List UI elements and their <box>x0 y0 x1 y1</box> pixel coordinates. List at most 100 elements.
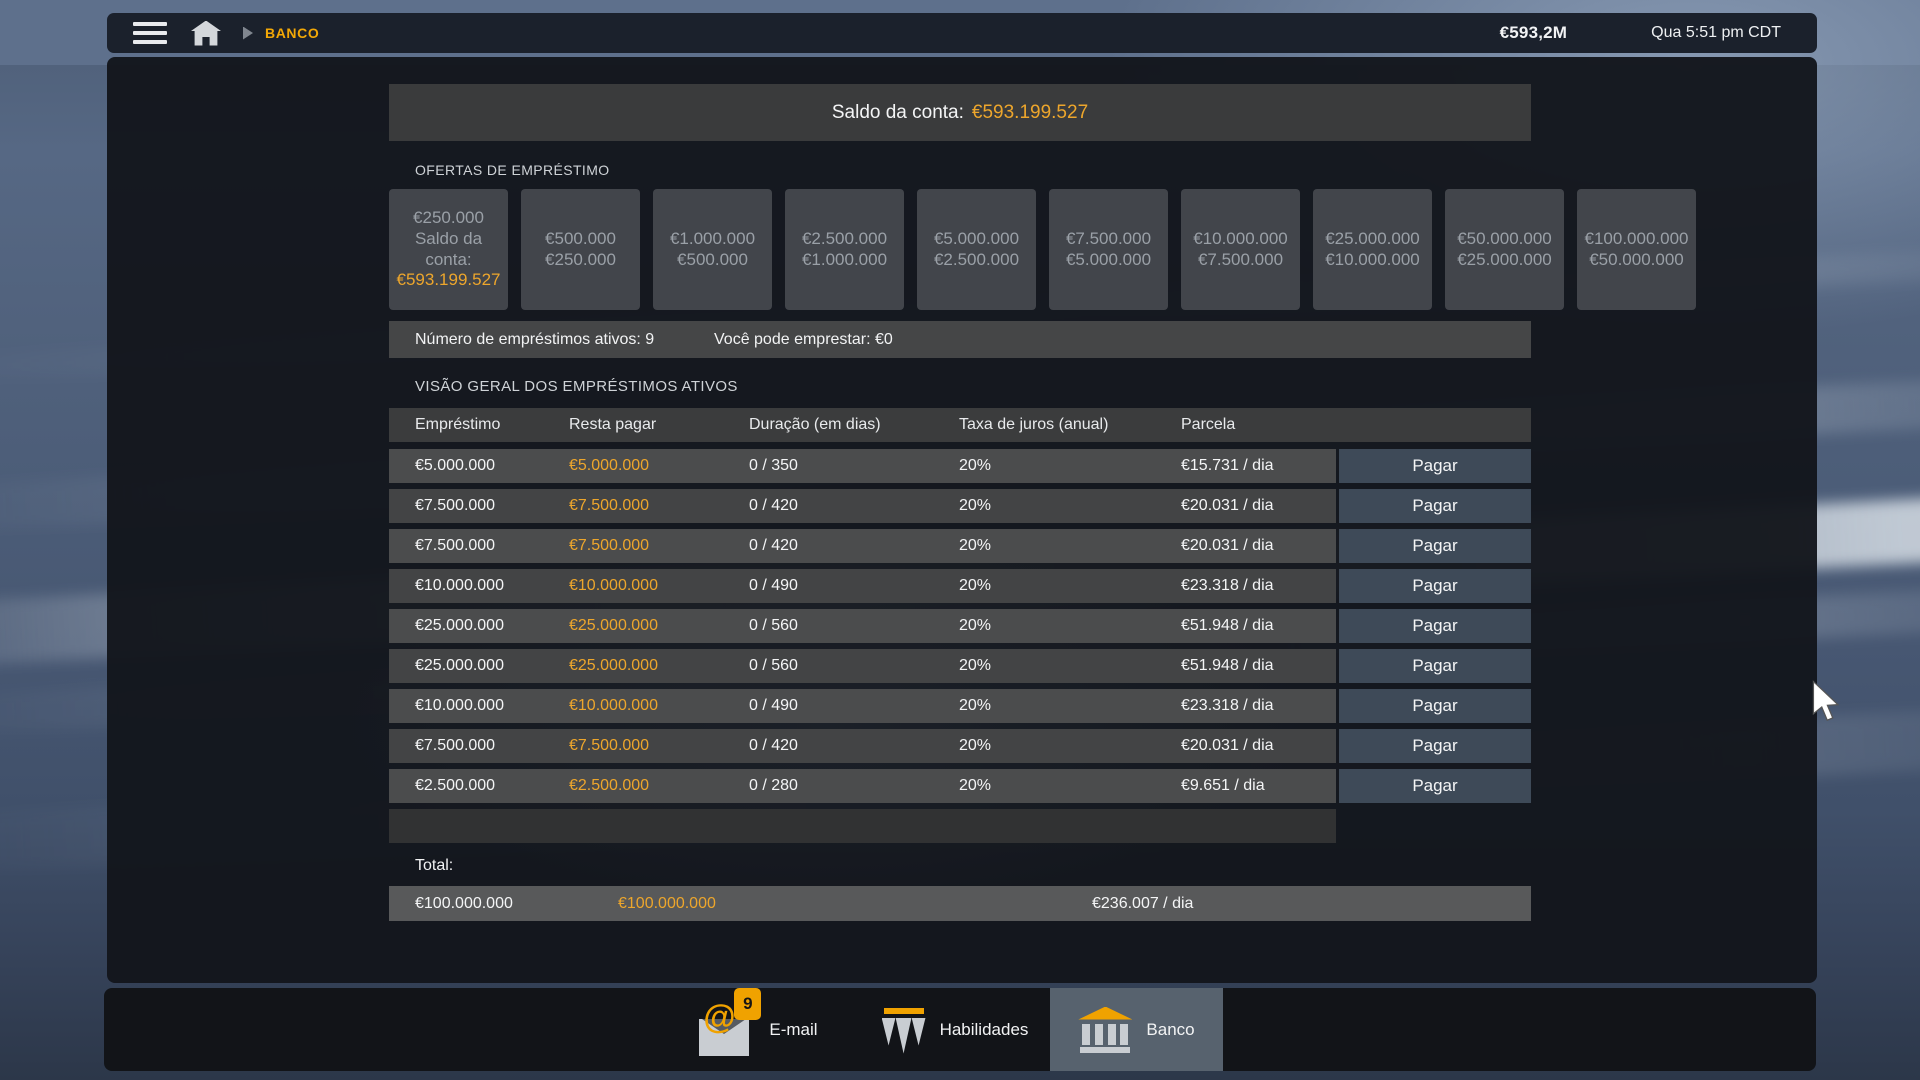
pay-button[interactable]: Pagar <box>1339 689 1531 723</box>
loan-remaining: €10.000.000 <box>569 577 658 594</box>
breadcrumb[interactable]: BANCO <box>265 25 319 41</box>
pay-button[interactable]: Pagar <box>1339 489 1531 523</box>
active-loans-title: VISÃO GERAL DOS EMPRÉSTIMOS ATIVOS <box>415 378 738 395</box>
loan-installment: €20.031 / dia <box>1181 537 1274 554</box>
loan-row: €5.000.000 €5.000.000 0 / 350 20% €15.731 / … <box>389 449 1531 483</box>
loan-offer-tile-line: €25.000.000 <box>1325 228 1420 248</box>
skills-label: Habilidades <box>939 1019 1029 1039</box>
loan-offer-tile[interactable]: €10.000.000 €7.500.000 <box>1181 189 1300 310</box>
header-remaining: Resta pagar <box>569 416 657 433</box>
loan-offer-tile-line: €1.000.000 <box>669 228 756 248</box>
loan-offer-tile-line: €7.500.000 <box>1197 249 1284 269</box>
pay-button[interactable]: Pagar <box>1339 609 1531 643</box>
email-icon: @ 9 <box>697 987 762 1056</box>
loan-offer-tile[interactable]: €7.500.000 €5.000.000 <box>1049 189 1168 310</box>
loan-offer-tile-line: €250.000 <box>413 208 484 228</box>
loan-interest: 20% <box>959 737 992 754</box>
bank-button[interactable]: Banco <box>1050 988 1223 1071</box>
borrow-capacity: Você pode emprestar: €0 <box>714 330 893 348</box>
loan-interest: 20% <box>959 457 992 474</box>
total-installment: €236.007 / dia <box>1092 894 1194 912</box>
top-bar-status: €593,2M Qua 5:51 pm CDT <box>1500 23 1817 43</box>
bottom-dock: @ 9 E-mail Habilidades Banco <box>104 987 1816 1071</box>
loan-installment: €20.031 / dia <box>1181 497 1274 514</box>
loan-row-cells: €7.500.000 €7.500.000 0 / 420 20% €20.031 / … <box>389 529 1336 563</box>
loan-offer-tile-line: Saldo da conta: <box>414 228 483 269</box>
loan-offer-tile[interactable]: €25.000.000 €10.000.000 <box>1313 189 1432 310</box>
loan-interest: 20% <box>959 537 992 554</box>
loan-duration: 0 / 420 <box>749 497 798 514</box>
account-balance-label: Saldo da conta: <box>831 101 964 123</box>
loan-offer-tile[interactable]: €500.000 €250.000 <box>521 189 640 310</box>
loan-row: €10.000.000 €10.000.000 0 / 490 20% €23.318 … <box>389 689 1531 723</box>
menu-icon[interactable] <box>133 22 167 44</box>
loan-duration: 0 / 560 <box>749 617 798 634</box>
loan-loan: €7.500.000 <box>415 537 496 554</box>
loan-row: €10.000.000 €10.000.000 0 / 490 20% €23.318 … <box>389 569 1531 603</box>
loan-row-cells: €25.000.000 €25.000.000 0 / 560 20% €51.948 … <box>389 649 1336 683</box>
pay-button[interactable]: Pagar <box>1339 569 1531 603</box>
top-bar: BANCO €593,2M Qua 5:51 pm CDT <box>107 13 1817 53</box>
loan-duration: 0 / 420 <box>749 537 798 554</box>
total-bar: €100.000.000 €100.000.000 €236.007 / dia <box>389 886 1531 921</box>
pay-button[interactable]: Pagar <box>1339 769 1531 803</box>
loan-loan: €25.000.000 <box>415 617 504 634</box>
loan-offer-tile-line: €5.000.000 <box>933 228 1020 248</box>
money-display: €593,2M <box>1499 23 1568 42</box>
loan-duration: 0 / 560 <box>749 657 798 674</box>
loan-offer-tile-line: €10.000.000 <box>1193 228 1288 248</box>
loan-offer-tile[interactable]: €1.000.000 €500.000 <box>653 189 772 310</box>
skills-button[interactable]: Habilidades <box>881 988 1029 1071</box>
loan-remaining: €7.500.000 <box>569 497 650 514</box>
loan-offer-tile-line: €1.000.000 <box>801 249 888 269</box>
loan-row: €2.500.000 €2.500.000 0 / 280 20% €9.651 / d… <box>389 769 1531 803</box>
loan-offer-tile-line: €10.000.000 <box>1325 249 1420 269</box>
loans-table-header: Empréstimo Resta pagar Duração (em dias)… <box>389 408 1531 442</box>
total-loan: €100.000.000 <box>415 894 513 912</box>
pay-button[interactable]: Pagar <box>1339 449 1531 483</box>
loan-interest: 20% <box>959 617 992 634</box>
loan-remaining: €7.500.000 <box>569 737 650 754</box>
loan-duration: 0 / 420 <box>749 737 798 754</box>
header-duration: Duração (em dias) <box>749 416 881 433</box>
bank-panel: Saldo da conta: €593.199.527 OFERTAS DE … <box>107 57 1817 983</box>
loan-row: €7.500.000 €7.500.000 0 / 420 20% €20.031 / … <box>389 489 1531 523</box>
account-balance-bar: Saldo da conta: €593.199.527 <box>389 84 1531 141</box>
loan-row-cells: €10.000.000 €10.000.000 0 / 490 20% €23.318 … <box>389 689 1336 723</box>
loan-duration: 0 / 350 <box>749 457 798 474</box>
loan-offer-tile-line: €2.500.000 <box>801 228 888 248</box>
pay-button[interactable]: Pagar <box>1339 729 1531 763</box>
email-badge: 9 <box>734 987 762 1020</box>
loan-installment: €15.731 / dia <box>1181 457 1274 474</box>
loan-row-cells: €2.500.000 €2.500.000 0 / 280 20% €9.651 / d… <box>389 769 1336 803</box>
loan-offer-tile-line: €5.000.000 <box>1065 249 1152 269</box>
loan-row-cells: €5.000.000 €5.000.000 0 / 350 20% €15.731 / … <box>389 449 1336 483</box>
loan-installment: €23.318 / dia <box>1181 697 1274 714</box>
email-button[interactable]: @ 9 E-mail <box>697 987 818 1071</box>
email-label: E-mail <box>769 1019 818 1039</box>
loan-duration: 0 / 280 <box>749 777 798 794</box>
loan-interest: 20% <box>959 657 992 674</box>
loan-offer-tile[interactable]: €50.000.000 €25.000.000 <box>1445 189 1564 310</box>
loan-loan: €7.500.000 <box>415 497 496 514</box>
time-display: Qua 5:51 pm CDT <box>1651 24 1781 41</box>
loan-installment: €9.651 / dia <box>1181 777 1265 794</box>
loan-row: €7.500.000 €7.500.000 0 / 420 20% €20.031 / … <box>389 529 1531 563</box>
loan-offer-tile[interactable]: €250.000 Saldo da conta: €593.199.527 <box>389 189 508 310</box>
loan-offer-tile[interactable]: €100.000.000 €50.000.000 <box>1577 189 1696 310</box>
loan-remaining: €25.000.000 <box>569 617 658 634</box>
loan-offer-tile-line: €2.500.000 <box>933 249 1020 269</box>
pay-button[interactable]: Pagar <box>1339 529 1531 563</box>
loan-loan: €10.000.000 <box>415 577 504 594</box>
loan-offer-tile[interactable]: €5.000.000 €2.500.000 <box>917 189 1036 310</box>
pay-button[interactable]: Pagar <box>1339 649 1531 683</box>
loan-remaining: €2.500.000 <box>569 777 650 794</box>
loan-duration: 0 / 490 <box>749 697 798 714</box>
loan-interest: 20% <box>959 697 992 714</box>
header-installment: Parcela <box>1181 416 1236 433</box>
loan-row-cells: €7.500.000 €7.500.000 0 / 420 20% €20.031 / … <box>389 729 1336 763</box>
loan-offer-tile[interactable]: €2.500.000 €1.000.000 <box>785 189 904 310</box>
home-button[interactable] <box>191 20 221 46</box>
chevron-right-icon <box>243 26 253 40</box>
account-balance-value: €593.199.527 <box>971 101 1089 123</box>
